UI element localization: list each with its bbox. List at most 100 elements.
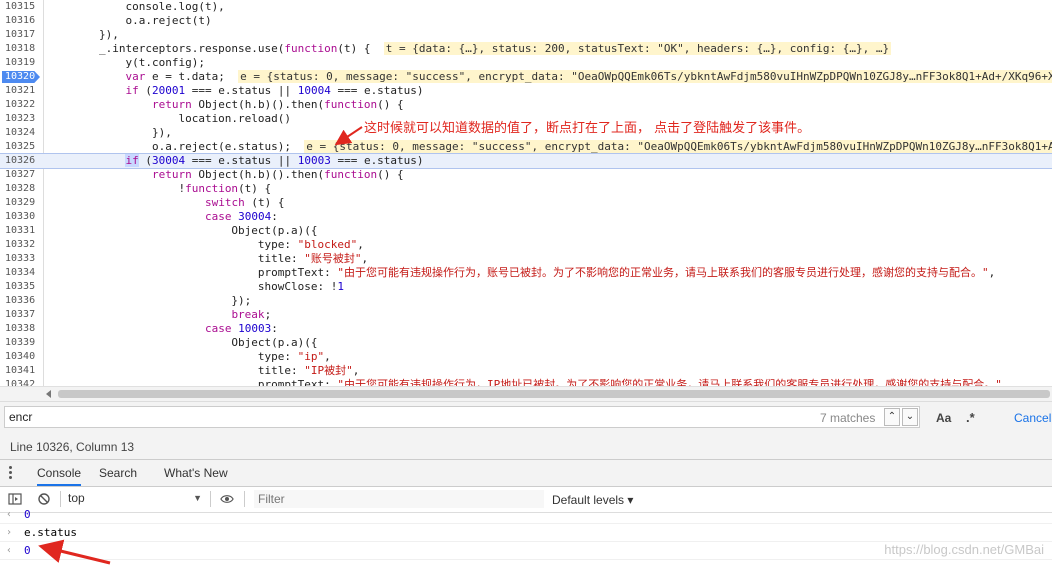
line-number[interactable]: 10329 bbox=[0, 196, 44, 210]
search-input[interactable] bbox=[4, 406, 920, 428]
code-text: break; bbox=[231, 308, 272, 321]
line-number[interactable]: 10338 bbox=[0, 322, 44, 336]
scroll-left-arrow-icon[interactable] bbox=[46, 390, 51, 398]
previous-match-button[interactable]: ⌃ bbox=[884, 408, 900, 426]
line-number[interactable]: 10315 bbox=[0, 0, 44, 14]
code-text: _.interceptors.response.use(function(t) … bbox=[46, 42, 892, 55]
code-line[interactable]: 10333 title: "账号被封", bbox=[0, 252, 1052, 266]
line-number[interactable]: 10333 bbox=[0, 252, 44, 266]
code-line[interactable]: 10316 o.a.reject(t) bbox=[0, 14, 1052, 28]
filter-input[interactable] bbox=[254, 490, 544, 508]
code-line[interactable]: 10315 console.log(t), bbox=[0, 0, 1052, 14]
code-text: showClose: !1 bbox=[46, 280, 345, 293]
next-match-button[interactable]: ⌄ bbox=[902, 408, 918, 426]
code-line[interactable]: 10321 if (20001 === e.status || 10004 ==… bbox=[0, 84, 1052, 98]
code-line[interactable]: 10330 case 30004: bbox=[0, 210, 1052, 224]
code-text: }), bbox=[46, 126, 172, 139]
line-number[interactable]: 10325 bbox=[0, 140, 44, 154]
line-number[interactable]: 10324 bbox=[0, 126, 44, 140]
line-number[interactable]: 10326 bbox=[0, 154, 44, 168]
annotation-text: 这时候就可以知道数据的值了，断点打在了上面， 点击了登陆触发了该事件。 bbox=[364, 121, 811, 136]
code-text: var e = t.data; e = {status: 0, message:… bbox=[46, 70, 1052, 84]
code-line[interactable]: 10336 }); bbox=[0, 294, 1052, 308]
line-number[interactable]: 10328 bbox=[0, 182, 44, 196]
code-line[interactable]: 10322 return Object(h.b)().then(function… bbox=[0, 98, 1052, 112]
code-line[interactable]: 10335 showClose: !1 bbox=[0, 280, 1052, 294]
input-prompt-icon: › bbox=[6, 527, 13, 538]
code-line[interactable]: 10332 type: "blocked", bbox=[0, 238, 1052, 252]
result-arrow-icon: ‹ bbox=[6, 545, 13, 556]
line-number[interactable]: 10323 bbox=[0, 112, 44, 126]
code-line[interactable]: 10341 title: "IP被封", bbox=[0, 364, 1052, 378]
tab-search[interactable]: Search bbox=[99, 466, 137, 480]
line-number[interactable]: 10321 bbox=[0, 84, 44, 98]
code-text: location.reload() bbox=[46, 112, 292, 125]
context-select[interactable]: top ▼ bbox=[68, 491, 202, 507]
code-line[interactable]: 10325 o.a.reject(e.status); e = {status:… bbox=[0, 140, 1052, 154]
console-output[interactable]: ‹ 0 › e.status ‹ 0 bbox=[0, 508, 1052, 569]
line-number[interactable]: 10322 bbox=[0, 98, 44, 112]
code-line[interactable]: 10317 }), bbox=[0, 28, 1052, 42]
console-input-text: e.status bbox=[24, 526, 77, 539]
line-number[interactable]: 10340 bbox=[0, 350, 44, 364]
code-line[interactable]: 10319 y(t.config); bbox=[0, 56, 1052, 70]
line-number[interactable]: 10339 bbox=[0, 336, 44, 350]
result-arrow-icon: ‹ bbox=[6, 509, 13, 520]
search-bar: 7 matches ⌃ ⌄ Aa .* Cancel bbox=[0, 401, 1052, 434]
code-line[interactable]: 10340 type: "ip", bbox=[0, 350, 1052, 364]
line-number[interactable]: 10320 bbox=[0, 70, 44, 84]
code-line[interactable]: 10320 var e = t.data; e = {status: 0, me… bbox=[0, 70, 1052, 84]
code-text: case 30004: bbox=[204, 210, 278, 223]
log-levels-select[interactable]: Default levels ▾ bbox=[552, 493, 633, 507]
tab-whats-new[interactable]: What's New bbox=[164, 466, 228, 480]
code-line[interactable]: 10329 switch (t) { bbox=[0, 196, 1052, 210]
code-line[interactable]: 10339 Object(p.a)({ bbox=[0, 336, 1052, 350]
line-number[interactable]: 10316 bbox=[0, 14, 44, 28]
scrollbar-thumb[interactable] bbox=[58, 390, 1050, 398]
code-line[interactable]: 10338 case 10003: bbox=[0, 322, 1052, 336]
code-text: Object(p.a)({ bbox=[46, 336, 318, 349]
regex-button[interactable]: .* bbox=[966, 410, 975, 425]
line-number[interactable]: 10342 bbox=[0, 378, 44, 386]
console-result-text: 0 bbox=[24, 508, 31, 521]
code-line[interactable]: 10331 Object(p.a)({ bbox=[0, 224, 1052, 238]
line-number[interactable]: 10332 bbox=[0, 238, 44, 252]
editor-horizontal-scrollbar[interactable] bbox=[0, 386, 1052, 401]
code-text: Object(p.a)({ bbox=[46, 224, 318, 237]
more-vertical-icon[interactable] bbox=[9, 466, 13, 480]
line-number[interactable]: 10334 bbox=[0, 266, 44, 280]
inline-value: e = {status: 0, message: "success", encr… bbox=[304, 140, 1052, 153]
line-number[interactable]: 10341 bbox=[0, 364, 44, 378]
eye-icon[interactable] bbox=[220, 492, 234, 506]
context-value: top bbox=[68, 491, 85, 505]
console-result-text: 0 bbox=[24, 544, 31, 557]
code-text: console.log(t), bbox=[46, 0, 225, 13]
code-text: }), bbox=[46, 28, 119, 41]
match-case-button[interactable]: Aa bbox=[936, 411, 951, 425]
cancel-button[interactable]: Cancel bbox=[1014, 411, 1051, 425]
code-text: o.a.reject(e.status); e = {status: 0, me… bbox=[46, 140, 1052, 154]
sidebar-toggle-icon[interactable] bbox=[8, 492, 22, 506]
line-number[interactable]: 10331 bbox=[0, 224, 44, 238]
cursor-position: Line 10326, Column 13 bbox=[10, 440, 135, 454]
clear-console-icon[interactable] bbox=[37, 492, 51, 506]
code-editor[interactable]: 10315 console.log(t), 10316 o.a.reject(t)… bbox=[0, 0, 1052, 386]
code-line[interactable]: 10342 promptText: "由于您可能有违规操作行为，IP地址已被封。… bbox=[0, 378, 1052, 386]
code-line[interactable]: 10318 _.interceptors.response.use(functi… bbox=[0, 42, 1052, 56]
line-number[interactable]: 10337 bbox=[0, 308, 44, 322]
line-number[interactable]: 10336 bbox=[0, 294, 44, 308]
tab-console[interactable]: Console bbox=[37, 466, 82, 486]
code-text: o.a.reject(t) bbox=[46, 14, 212, 27]
code-line[interactable]: 10334 promptText: "由于您可能有违规操作行为，账号已被封。为了… bbox=[0, 266, 1052, 280]
code-text: return Object(h.b)().then(function() { bbox=[151, 168, 404, 181]
line-number[interactable]: 10327 bbox=[0, 168, 44, 182]
code-line[interactable]: 10337 break; bbox=[0, 308, 1052, 322]
line-number[interactable]: 10330 bbox=[0, 210, 44, 224]
line-number[interactable]: 10319 bbox=[0, 56, 44, 70]
line-number[interactable]: 10335 bbox=[0, 280, 44, 294]
code-line[interactable]: 10327 return Object(h.b)().then(function… bbox=[0, 168, 1052, 182]
line-number[interactable]: 10317 bbox=[0, 28, 44, 42]
line-number[interactable]: 10318 bbox=[0, 42, 44, 56]
code-line[interactable]: 10326 if (30004 === e.status || 10003 ==… bbox=[0, 153, 1052, 169]
code-line[interactable]: 10328 !function(t) { bbox=[0, 182, 1052, 196]
